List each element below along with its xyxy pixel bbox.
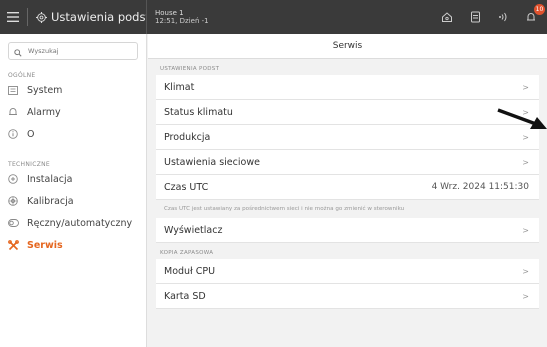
row-production[interactable]: Produkcja > (156, 125, 539, 150)
row-label: Czas UTC (164, 181, 209, 193)
sidebar-item-label: Serwis (27, 239, 63, 251)
sidebar-item-manual-auto[interactable]: Ręczny/automatyczny (0, 212, 146, 234)
notification-badge: 10 (534, 4, 545, 15)
top-bar: Ustawienia podst House 1 12:51, Dzień -1… (0, 0, 547, 34)
sidebar-item-label: O (27, 128, 35, 140)
house-info[interactable]: House 1 12:51, Dzień -1 (155, 9, 209, 25)
sidebar-item-label: Ręczny/automatyczny (27, 217, 133, 229)
chevron-right-icon: > (522, 266, 529, 276)
topbar-divider (26, 8, 28, 26)
row-label: Produkcja (164, 131, 211, 143)
sidebar-item-label: Kalibracja (27, 195, 74, 207)
main-panel: Serwis USTAWIENIA PODST Klimat > Status … (148, 34, 547, 347)
gear-icon (32, 11, 51, 23)
row-label: Karta SD (164, 290, 206, 302)
group-label-backup: KOPIA ZAPASOWA (160, 250, 214, 256)
chevron-right-icon: > (522, 291, 529, 301)
row-sd-card[interactable]: Karta SD > (156, 284, 539, 309)
house-name: House 1 (155, 8, 184, 17)
section-label-general: OGÓLNE (8, 72, 36, 79)
sidebar-item-calibration[interactable]: Kalibracja (0, 190, 146, 212)
search-input[interactable] (28, 47, 137, 55)
sidebar-item-installation[interactable]: Instalacja (0, 168, 146, 190)
chevron-right-icon: > (522, 157, 529, 167)
page-title: Ustawienia podst (51, 10, 146, 24)
calibration-icon (8, 196, 22, 206)
bell-icon (8, 107, 22, 117)
row-label: Status klimatu (164, 106, 233, 118)
sidebar-item-alarms[interactable]: Alarmy (0, 101, 146, 123)
search-icon (14, 42, 22, 61)
sidebar-item-service[interactable]: Serwis (0, 234, 146, 256)
sidebar: OGÓLNE System Alarmy O TECHNICZNE Instal… (0, 34, 147, 347)
utc-note: Czas UTC jest ustawiany za pośrednictwem… (164, 206, 405, 212)
sidebar-item-label: Instalacja (27, 173, 73, 185)
document-icon[interactable] (467, 9, 483, 25)
main-header: Serwis (148, 34, 547, 59)
signal-icon[interactable] (495, 9, 511, 25)
row-cpu-module[interactable]: Moduł CPU > (156, 259, 539, 284)
row-label: Wyświetlacz (164, 224, 223, 236)
sidebar-item-label: Alarmy (27, 106, 61, 118)
row-climate[interactable]: Klimat > (156, 75, 539, 100)
utc-time-value: 4 Wrz. 2024 11:51:30 (431, 182, 529, 192)
installation-icon (8, 174, 22, 184)
chevron-right-icon: > (522, 225, 529, 235)
sidebar-item-about[interactable]: O (0, 123, 146, 145)
topbar-left: Ustawienia podst (0, 0, 147, 34)
house-time: 12:51, Dzień -1 (155, 17, 209, 25)
row-display[interactable]: Wyświetlacz > (156, 218, 539, 243)
row-label: Klimat (164, 81, 195, 93)
main-title: Serwis (332, 41, 363, 51)
sidebar-item-label: System (27, 84, 63, 96)
info-icon (8, 129, 22, 139)
group-label-basic-settings: USTAWIENIA PODST (160, 66, 220, 72)
home-icon[interactable] (439, 9, 455, 25)
row-utc-time: Czas UTC 4 Wrz. 2024 11:51:30 (156, 175, 539, 200)
tools-icon (8, 239, 22, 251)
row-network-settings[interactable]: Ustawienia sieciowe > (156, 150, 539, 175)
pointer-arrow-icon (497, 108, 547, 129)
system-icon (8, 85, 22, 95)
hamburger-menu-icon[interactable] (0, 12, 27, 22)
topbar-actions: 10 (439, 4, 547, 25)
chevron-right-icon: > (522, 82, 529, 92)
search-box[interactable] (8, 42, 138, 60)
row-climate-status[interactable]: Status klimatu > (156, 100, 539, 125)
notification-bell-icon[interactable]: 10 (523, 4, 545, 25)
row-label: Ustawienia sieciowe (164, 156, 260, 168)
row-label: Moduł CPU (164, 265, 216, 277)
sidebar-item-system[interactable]: System (0, 79, 146, 101)
toggle-icon (8, 219, 22, 227)
section-label-technical: TECHNICZNE (8, 161, 50, 168)
